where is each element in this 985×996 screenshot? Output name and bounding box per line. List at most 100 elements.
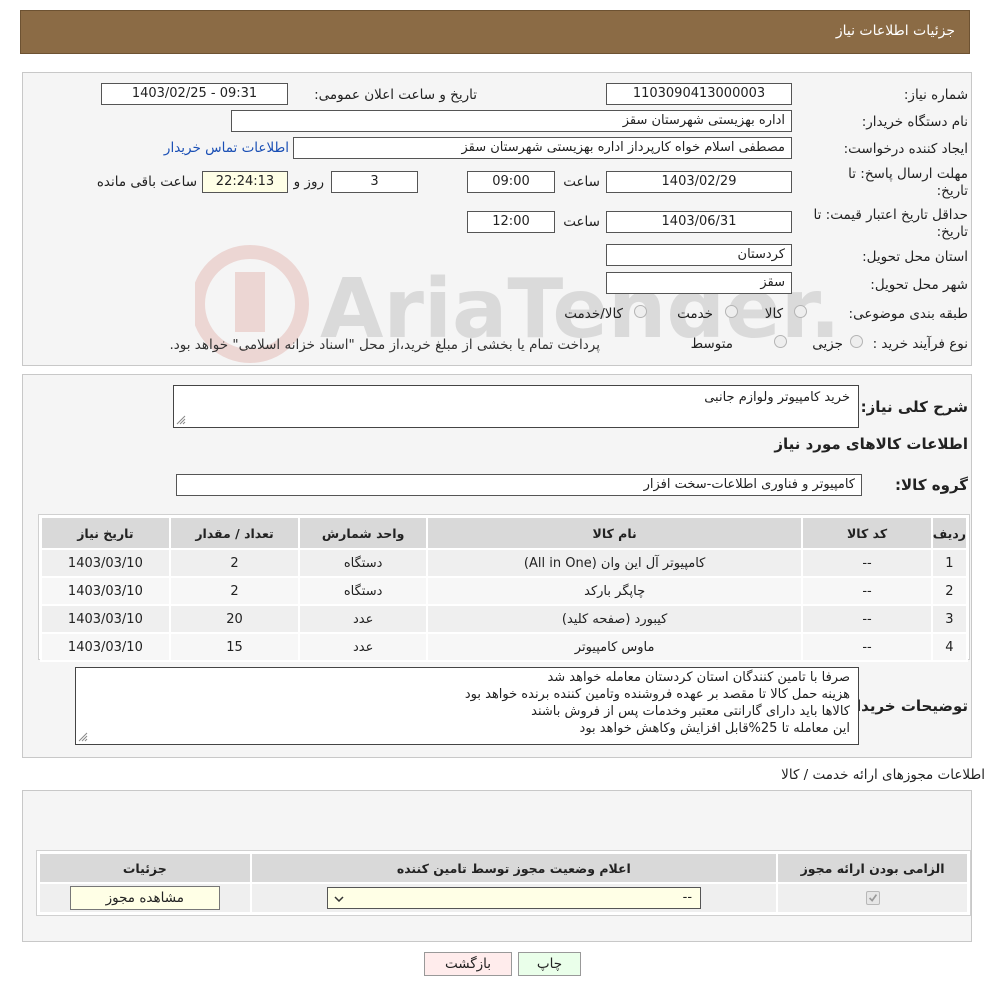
licenses-title: اطلاعات مجوزهای ارائه خدمت / کالا bbox=[781, 767, 985, 783]
process-medium-radio[interactable] bbox=[774, 335, 787, 348]
remaining-time-word: ساعت باقی مانده bbox=[96, 174, 197, 190]
page-title: جزئیات اطلاعات نیاز bbox=[835, 23, 955, 39]
goods-info-title: اطلاعات کالاهای مورد نیاز bbox=[774, 435, 968, 453]
license-details-cell: مشاهده مجوز bbox=[38, 882, 252, 914]
goods-name-cell: کامپیوتر آل این وان (All in One) bbox=[425, 548, 804, 578]
buyer-notes-textarea[interactable]: صرفا با تامین کنندگان استان کردستان معام… bbox=[75, 667, 859, 745]
need-description-label: شرح کلی نیاز: bbox=[860, 398, 968, 416]
col-license-details: جزئیات bbox=[38, 852, 252, 884]
delivery-city-field: سقز bbox=[606, 272, 792, 294]
table-row: 2 -- چاپگر بارکد دستگاه 2 1403/03/10 bbox=[40, 576, 969, 606]
buyer-contact-link[interactable]: اطلاعات تماس خریدار bbox=[164, 140, 289, 156]
price-validity-date-field: 1403/06/31 bbox=[606, 211, 792, 233]
need-date-cell: 1403/03/10 bbox=[40, 604, 171, 634]
print-button[interactable]: چاپ bbox=[518, 952, 581, 976]
category-goods-service-label: کالا/خدمت bbox=[564, 306, 623, 322]
goods-name-cell: چاپگر بارکد bbox=[425, 576, 804, 606]
process-medium-label: متوسط bbox=[690, 336, 733, 352]
chevron-down-icon bbox=[334, 896, 344, 902]
days-word: روز و bbox=[293, 174, 324, 190]
goods-code-cell: -- bbox=[801, 632, 933, 662]
goods-code-cell: -- bbox=[801, 548, 933, 578]
need-date-cell: 1403/03/10 bbox=[40, 576, 171, 606]
remaining-days-field: 3 bbox=[331, 171, 418, 193]
need-description-text: خرید کامپیوتر ولوازم جانبی bbox=[704, 390, 850, 405]
category-label: طبقه بندی موضوعی: bbox=[848, 306, 968, 322]
need-date-cell: 1403/03/10 bbox=[40, 548, 171, 578]
deadline-time-word: ساعت bbox=[563, 174, 600, 190]
unit-cell: دستگاه bbox=[298, 548, 428, 578]
page-header: جزئیات اطلاعات نیاز bbox=[20, 10, 970, 54]
quantity-cell: 15 bbox=[168, 632, 301, 662]
unit-cell: دستگاه bbox=[298, 576, 428, 606]
col-license-required: الزامی بودن ارائه مجوز bbox=[776, 852, 969, 884]
validity-time-word: ساعت bbox=[563, 214, 600, 230]
view-license-button[interactable]: مشاهده مجوز bbox=[69, 886, 220, 910]
deadline-label: مهلت ارسال پاسخ: تا bbox=[848, 166, 968, 182]
quantity-cell: 20 bbox=[168, 604, 301, 634]
deadline-label-date: تاریخ: bbox=[936, 183, 968, 199]
treasury-payment-note: پرداخت تمام یا بخشی از مبلغ خرید،از محل … bbox=[169, 337, 600, 353]
resize-grip-icon[interactable] bbox=[176, 415, 186, 425]
goods-group-label: گروه کالا: bbox=[895, 476, 968, 494]
goods-name-cell: ماوس کامپیوتر bbox=[425, 632, 804, 662]
goods-name-cell: کیبورد (صفحه کلید) bbox=[425, 604, 804, 634]
table-row: 3 -- کیبورد (صفحه کلید) عدد 20 1403/03/1… bbox=[40, 604, 969, 634]
remaining-time-field: 22:24:13 bbox=[202, 171, 288, 193]
price-validity-label: حداقل تاریخ اعتبار قیمت: تا bbox=[813, 207, 968, 223]
check-icon bbox=[868, 894, 877, 902]
process-minor-label: جزیی bbox=[812, 336, 843, 352]
row-number-cell: 1 bbox=[930, 548, 969, 578]
price-validity-time-field: 12:00 bbox=[467, 211, 555, 233]
unit-cell: عدد bbox=[298, 632, 428, 662]
category-service-radio[interactable] bbox=[725, 305, 738, 318]
row-number-cell: 4 bbox=[930, 632, 969, 662]
buyer-notes-label: توضیحات خریدار: bbox=[841, 697, 968, 715]
license-status-select-value: -- bbox=[682, 890, 693, 905]
col-license-status: اعلام وضعیت مجوز توسط تامین کننده bbox=[249, 852, 779, 884]
back-button[interactable]: بازگشت bbox=[424, 952, 512, 976]
quantity-cell: 2 bbox=[168, 576, 301, 606]
delivery-province-field: کردستان bbox=[606, 244, 792, 266]
delivery-province-label: استان محل تحویل: bbox=[862, 249, 968, 265]
deadline-time-field: 09:00 bbox=[467, 171, 555, 193]
goods-code-cell: -- bbox=[801, 576, 933, 606]
buyer-org-field: اداره بهزیستی شهرستان سقز bbox=[231, 110, 792, 132]
col-need-date: تاریخ نیاز bbox=[40, 516, 171, 550]
col-goods-name: نام کالا bbox=[425, 516, 804, 550]
row-number-cell: 2 bbox=[930, 576, 969, 606]
col-row-number: ردیف bbox=[930, 516, 969, 550]
note-line: کالاها باید دارای گارانتی معتبر وخدمات پ… bbox=[531, 704, 850, 719]
category-goods-radio[interactable] bbox=[794, 305, 807, 318]
col-goods-code: کد کالا bbox=[801, 516, 933, 550]
license-required-checkbox bbox=[865, 891, 880, 905]
row-number-cell: 3 bbox=[930, 604, 969, 634]
table-row: -- مشاهده مجوز bbox=[38, 882, 969, 914]
note-line: این معامله تا 25%قابل افزایش وکاهش خواهد… bbox=[579, 721, 850, 736]
announce-date-label: تاریخ و ساعت اعلان عمومی: bbox=[314, 87, 477, 103]
license-status-select[interactable]: -- bbox=[327, 887, 702, 909]
table-row: 1 -- کامپیوتر آل این وان (All in One) دس… bbox=[40, 548, 969, 578]
need-date-cell: 1403/03/10 bbox=[40, 632, 171, 662]
resize-grip-icon[interactable] bbox=[78, 732, 88, 742]
buyer-org-label: نام دستگاه خریدار: bbox=[861, 114, 968, 130]
category-goods-service-radio[interactable] bbox=[634, 305, 647, 318]
col-quantity: تعداد / مقدار bbox=[168, 516, 301, 550]
need-number-label: شماره نیاز: bbox=[903, 87, 968, 103]
announce-date-field: 1403/02/25 - 09:31 bbox=[101, 83, 288, 105]
process-type-label: نوع فرآیند خرید : bbox=[872, 336, 968, 352]
quantity-cell: 2 bbox=[168, 548, 301, 578]
unit-cell: عدد bbox=[298, 604, 428, 634]
category-goods-label: کالا bbox=[764, 306, 783, 322]
price-validity-label-date: تاریخ: bbox=[936, 224, 968, 240]
category-service-label: خدمت bbox=[677, 306, 713, 322]
goods-group-field: کامپیوتر و فناوری اطلاعات-سخت افزار bbox=[176, 474, 862, 496]
need-description-textarea[interactable]: خرید کامپیوتر ولوازم جانبی bbox=[173, 385, 859, 428]
goods-code-cell: -- bbox=[801, 604, 933, 634]
need-number-field: 1103090413000003 bbox=[606, 83, 792, 105]
request-creator-field: مصطفی اسلام خواه کارپرداز اداره بهزیستی … bbox=[293, 137, 792, 159]
licenses-table: الزامی بودن ارائه مجوز اعلام وضعیت مجوز … bbox=[38, 852, 969, 914]
request-creator-label: ایجاد کننده درخواست: bbox=[843, 141, 968, 157]
table-row: 4 -- ماوس کامپیوتر عدد 15 1403/03/10 bbox=[40, 632, 969, 662]
process-minor-radio[interactable] bbox=[850, 335, 863, 348]
